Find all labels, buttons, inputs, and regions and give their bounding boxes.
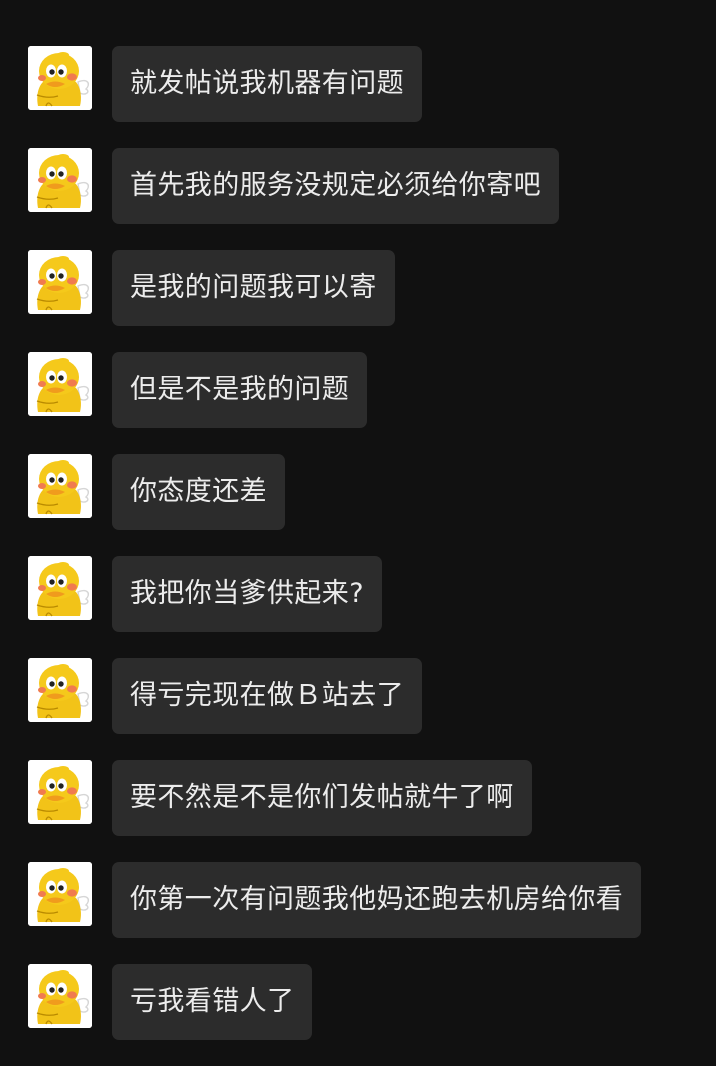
yellow-penguin-avatar-icon <box>28 964 92 1028</box>
message-bubble[interactable]: 首先我的服务没规定必须给你寄吧 <box>112 148 559 224</box>
yellow-penguin-avatar-icon <box>28 556 92 620</box>
message-row: 亏我看错人了 <box>28 964 716 1040</box>
message-row: 你态度还差 <box>28 454 716 530</box>
avatar[interactable] <box>28 250 92 314</box>
yellow-penguin-avatar-icon <box>28 658 92 722</box>
message-row: 是我的问题我可以寄 <box>28 250 716 326</box>
yellow-penguin-avatar-icon <box>28 250 92 314</box>
message-bubble[interactable]: 但是不是我的问题 <box>112 352 368 428</box>
yellow-penguin-avatar-icon <box>28 760 92 824</box>
yellow-penguin-avatar-icon <box>28 46 92 110</box>
message-bubble[interactable]: 是我的问题我可以寄 <box>112 250 395 326</box>
message-bubble[interactable]: 就发帖说我机器有问题 <box>112 46 422 122</box>
avatar[interactable] <box>28 862 92 926</box>
avatar[interactable] <box>28 964 92 1028</box>
message-bubble[interactable]: 亏我看错人了 <box>112 964 313 1040</box>
message-row: 就发帖说我机器有问题 <box>28 46 716 122</box>
message-bubble[interactable]: 要不然是不是你们发帖就牛了啊 <box>112 760 532 836</box>
yellow-penguin-avatar-icon <box>28 454 92 518</box>
chat-log: 就发帖说我机器有问题 首先我的服务没规定必须给你寄吧 是我的问题我可以寄 但是不… <box>0 0 716 1066</box>
message-row: 得亏完现在做Ｂ站去了 <box>28 658 716 734</box>
avatar[interactable] <box>28 148 92 212</box>
message-row: 要不然是不是你们发帖就牛了啊 <box>28 760 716 836</box>
message-bubble[interactable]: 我把你当爹供起来? <box>112 556 382 632</box>
avatar[interactable] <box>28 556 92 620</box>
avatar[interactable] <box>28 658 92 722</box>
avatar[interactable] <box>28 760 92 824</box>
message-bubble[interactable]: 你态度还差 <box>112 454 285 530</box>
avatar[interactable] <box>28 46 92 110</box>
message-row: 我把你当爹供起来? <box>28 556 716 632</box>
avatar[interactable] <box>28 454 92 518</box>
message-row: 你第一次有问题我他妈还跑去机房给你看 <box>28 862 716 938</box>
message-bubble[interactable]: 你第一次有问题我他妈还跑去机房给你看 <box>112 862 642 938</box>
yellow-penguin-avatar-icon <box>28 148 92 212</box>
yellow-penguin-avatar-icon <box>28 352 92 416</box>
yellow-penguin-avatar-icon <box>28 862 92 926</box>
avatar[interactable] <box>28 352 92 416</box>
message-bubble[interactable]: 得亏完现在做Ｂ站去了 <box>112 658 422 734</box>
message-row: 首先我的服务没规定必须给你寄吧 <box>28 148 716 224</box>
message-row: 但是不是我的问题 <box>28 352 716 428</box>
